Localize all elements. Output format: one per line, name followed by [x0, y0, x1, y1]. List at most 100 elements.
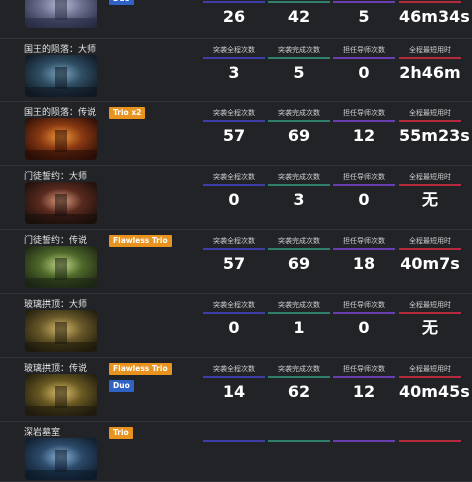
stat-block — [268, 428, 330, 447]
stat-block: 突袭全程次数 0 — [203, 300, 265, 337]
stat-block: 担任导师次数 0 — [333, 45, 395, 82]
stat-block: 全程最短用时 40m45s — [399, 364, 470, 401]
stat-label: 突袭全程次数 — [213, 365, 255, 373]
stat-label: 全程最短用时 — [409, 46, 451, 54]
stat-label: 突袭全程次数 — [213, 46, 255, 54]
stat-label: 突袭完成次数 — [278, 237, 320, 245]
stat-block: 突袭完成次数 69 — [268, 108, 330, 145]
stat-block: 26 — [203, 0, 265, 26]
raid-row[interactable]: 门徒誓约：大师 突袭全程次数 0 突袭完成次数 3 担任导师次数 0 全程最短用时无 — [0, 165, 472, 230]
raid-badge: Duo — [109, 0, 134, 5]
stat-block: 突袭全程次数 57 — [203, 108, 265, 145]
stat-label: 担任导师次数 — [343, 109, 385, 117]
raid-title: 玻璃拱顶：传说 — [24, 364, 88, 374]
stat-underline — [268, 376, 330, 378]
stat-label — [268, 428, 330, 439]
stat-value: 69 — [287, 126, 311, 145]
raid-badge: Flawless Trio — [109, 235, 172, 247]
stat-underline — [203, 1, 265, 3]
stat-underline — [333, 1, 395, 3]
stat-underline — [203, 312, 265, 314]
stat-block: 担任导师次数 18 — [333, 236, 395, 273]
stat-label — [399, 428, 461, 439]
raid-row[interactable]: 门徒誓约：传说 Flawless Trio 突袭全程次数 57 突袭完成次数 69 担任导师… — [0, 229, 472, 294]
raid-row[interactable]: 深岩墓室 Trio — [0, 421, 472, 482]
stat-underline — [399, 57, 461, 59]
stat-block: 5 — [333, 0, 395, 26]
stat-label: 全程最短用时 — [409, 109, 451, 117]
stat-underline — [399, 440, 461, 442]
raid-thumbnail — [25, 438, 97, 480]
raid-title: 门徒誓约：大师 — [24, 172, 88, 182]
stat-block: 担任导师次数 12 — [333, 364, 395, 401]
raid-row[interactable]: 玻璃拱顶：传说 Flawless Trio Duo 突袭全程次数 14 突袭完成次数 62 担… — [0, 357, 472, 422]
stat-underline — [333, 120, 395, 122]
stat-block: 突袭完成次数 1 — [268, 300, 330, 337]
stat-value: 12 — [352, 382, 376, 401]
raid-title: 深岩墓室 — [24, 428, 61, 438]
stat-underline — [268, 312, 330, 314]
stat-block: 突袭完成次数 69 — [268, 236, 330, 273]
stat-block: 突袭完成次数 62 — [268, 364, 330, 401]
stat-value: 62 — [287, 382, 311, 401]
stat-underline — [268, 120, 330, 122]
stat-underline — [268, 248, 330, 250]
stat-underline — [399, 376, 461, 378]
stat-value: 18 — [352, 254, 376, 273]
raid-badge: Trio x2 — [109, 107, 146, 119]
stat-label — [203, 428, 265, 439]
stat-label: 担任导师次数 — [343, 237, 385, 245]
stat-block: 突袭完成次数 3 — [268, 172, 330, 209]
stat-value: 5 — [358, 7, 370, 26]
stat-block: 突袭全程次数 0 — [203, 172, 265, 209]
stat-block — [333, 428, 395, 447]
stat-value: 0 — [358, 63, 370, 82]
stat-underline — [333, 184, 395, 186]
stat-label: 突袭全程次数 — [213, 109, 255, 117]
stat-value: 55m23s — [399, 126, 470, 145]
stat-value: 2h46m — [399, 63, 461, 82]
stat-block: 突袭全程次数 14 — [203, 364, 265, 401]
raid-thumbnail — [25, 0, 97, 28]
stat-value: 3 — [228, 63, 240, 82]
stat-label: 全程最短用时 — [409, 237, 451, 245]
stat-underline — [268, 184, 330, 186]
stat-underline — [203, 184, 265, 186]
stat-value: 无 — [421, 190, 438, 209]
stat-block: 突袭全程次数 57 — [203, 236, 265, 273]
raid-thumbnail — [25, 55, 97, 97]
raid-title: 玻璃拱顶：大师 — [24, 300, 88, 310]
stat-underline — [203, 120, 265, 122]
stat-value: 26 — [222, 7, 246, 26]
stat-label: 突袭完成次数 — [278, 109, 320, 117]
stat-block: 担任导师次数 12 — [333, 108, 395, 145]
stat-block: 46m34s — [399, 0, 470, 26]
stat-label: 突袭完成次数 — [278, 173, 320, 181]
stat-block: 全程最短用时无 — [399, 300, 461, 337]
raid-row[interactable]: Flawless TrioDuo2642546m34s — [0, 0, 472, 39]
stat-value: 69 — [287, 254, 311, 273]
raid-row[interactable]: 玻璃拱顶：大师 突袭全程次数 0 突袭完成次数 1 担任导师次数 0 全程最短用时无 — [0, 293, 472, 358]
stat-label: 突袭完成次数 — [278, 301, 320, 309]
stat-value: 57 — [222, 254, 246, 273]
stat-value: 42 — [287, 7, 311, 26]
raid-title: 国王的陨落：大师 — [24, 45, 97, 55]
stat-underline — [203, 440, 265, 442]
stat-block — [203, 428, 265, 447]
raid-row[interactable]: 国王的陨落：大师 突袭全程次数 3 突袭完成次数 5 担任导师次数 0 全程最短用时 2h46m — [0, 38, 472, 102]
stat-underline — [333, 57, 395, 59]
stat-underline — [203, 248, 265, 250]
raid-row[interactable]: 国王的陨落：传说 Trio x2 突袭全程次数 57 突袭完成次数 69 担任导师次数 12 全… — [0, 101, 472, 166]
raid-badge: Duo — [109, 380, 134, 392]
raid-thumbnail — [25, 310, 97, 352]
stat-label: 全程最短用时 — [409, 301, 451, 309]
stat-value: 40m45s — [399, 382, 470, 401]
stat-underline — [203, 376, 265, 378]
raid-thumbnail — [25, 374, 97, 416]
stat-value: 1 — [293, 318, 305, 337]
stat-label: 担任导师次数 — [343, 173, 385, 181]
stat-label — [333, 428, 395, 439]
stat-label: 担任导师次数 — [343, 365, 385, 373]
raid-title: 门徒誓约：传说 — [24, 236, 88, 246]
stat-block: 担任导师次数 0 — [333, 300, 395, 337]
